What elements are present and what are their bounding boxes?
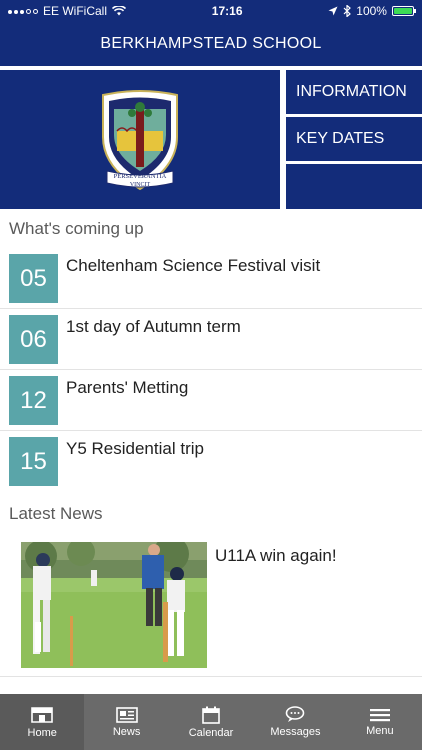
status-right: 100%	[328, 4, 416, 18]
tab-menu[interactable]: Menu	[338, 694, 422, 750]
tab-messages[interactable]: Messages	[253, 694, 337, 750]
event-date-badge: 15	[9, 437, 58, 486]
bottom-tab-bar: Home News Calendar Messages Menu	[0, 694, 422, 750]
information-tile[interactable]: INFORMATION	[286, 70, 422, 114]
event-row[interactable]: 12 Parents' Metting	[0, 370, 422, 431]
school-logo-tile: PERSEVERANTIA VINCIT	[0, 70, 280, 209]
news-thumbnail-image	[21, 542, 207, 668]
tab-news[interactable]: News	[84, 694, 168, 750]
empty-tile[interactable]	[286, 164, 422, 209]
event-date-badge: 12	[9, 376, 58, 425]
key-dates-tile[interactable]: KEY DATES	[286, 117, 422, 161]
battery-icon	[391, 6, 416, 16]
event-date: 15	[20, 447, 47, 475]
header-tiles: PERSEVERANTIA VINCIT INFORMATION KEY DAT…	[0, 66, 422, 209]
tab-messages-label: Messages	[270, 726, 321, 738]
news-item[interactable]: U11A win again!	[0, 540, 422, 677]
tab-home-label: Home	[27, 726, 57, 739]
carrier-label: EE WiFiCall	[43, 4, 108, 18]
event-date: 06	[20, 325, 47, 353]
school-crest-logo: PERSEVERANTIA VINCIT	[102, 89, 178, 190]
event-title: Y5 Residential trip	[66, 439, 204, 458]
status-time: 17:16	[211, 4, 243, 18]
news-section-title: Latest News	[9, 504, 103, 523]
event-date-badge: 05	[9, 254, 58, 303]
logo-motto-line1: PERSEVERANTIA	[114, 173, 167, 180]
event-date-badge: 06	[9, 315, 58, 364]
tab-calendar-label: Calendar	[188, 726, 234, 739]
tab-home[interactable]: Home	[0, 694, 85, 750]
upcoming-events-list: 05 Cheltenham Science Festival visit 06 …	[0, 248, 422, 492]
upcoming-section-title: What's coming up	[9, 219, 144, 238]
wifi-icon	[112, 6, 127, 16]
battery-percent: 100%	[356, 4, 387, 18]
key-dates-tile-label: KEY DATES	[296, 130, 385, 147]
home-icon	[31, 706, 54, 723]
location-icon	[328, 6, 338, 16]
news-title: U11A win again!	[215, 546, 337, 565]
messages-icon	[286, 706, 305, 722]
news-icon	[115, 706, 138, 723]
status-bar: EE WiFiCall 17:16 100%	[0, 0, 422, 22]
tab-news-label: News	[112, 725, 141, 738]
event-date: 05	[20, 264, 47, 292]
information-tile-label: INFORMATION	[296, 83, 407, 100]
tab-menu-label: Menu	[366, 724, 394, 737]
event-row[interactable]: 06 1st day of Autumn term	[0, 309, 422, 370]
tab-calendar[interactable]: Calendar	[169, 694, 253, 750]
logo-motto-line2: VINCIT	[130, 182, 151, 188]
app-title-bar: BERKHAMPSTEAD SCHOOL	[0, 22, 422, 66]
page-title: BERKHAMPSTEAD SCHOOL	[100, 35, 322, 52]
event-title: 1st day of Autumn term	[66, 317, 241, 336]
status-left: EE WiFiCall	[8, 4, 127, 18]
event-row[interactable]: 05 Cheltenham Science Festival visit	[0, 248, 422, 309]
event-title: Parents' Metting	[66, 378, 189, 397]
menu-icon	[369, 708, 390, 721]
bluetooth-icon	[343, 5, 352, 17]
event-row[interactable]: 15 Y5 Residential trip	[0, 431, 422, 492]
event-date: 12	[20, 386, 47, 414]
calendar-icon	[202, 706, 220, 724]
signal-icon	[8, 8, 38, 14]
event-title: Cheltenham Science Festival visit	[66, 256, 321, 275]
